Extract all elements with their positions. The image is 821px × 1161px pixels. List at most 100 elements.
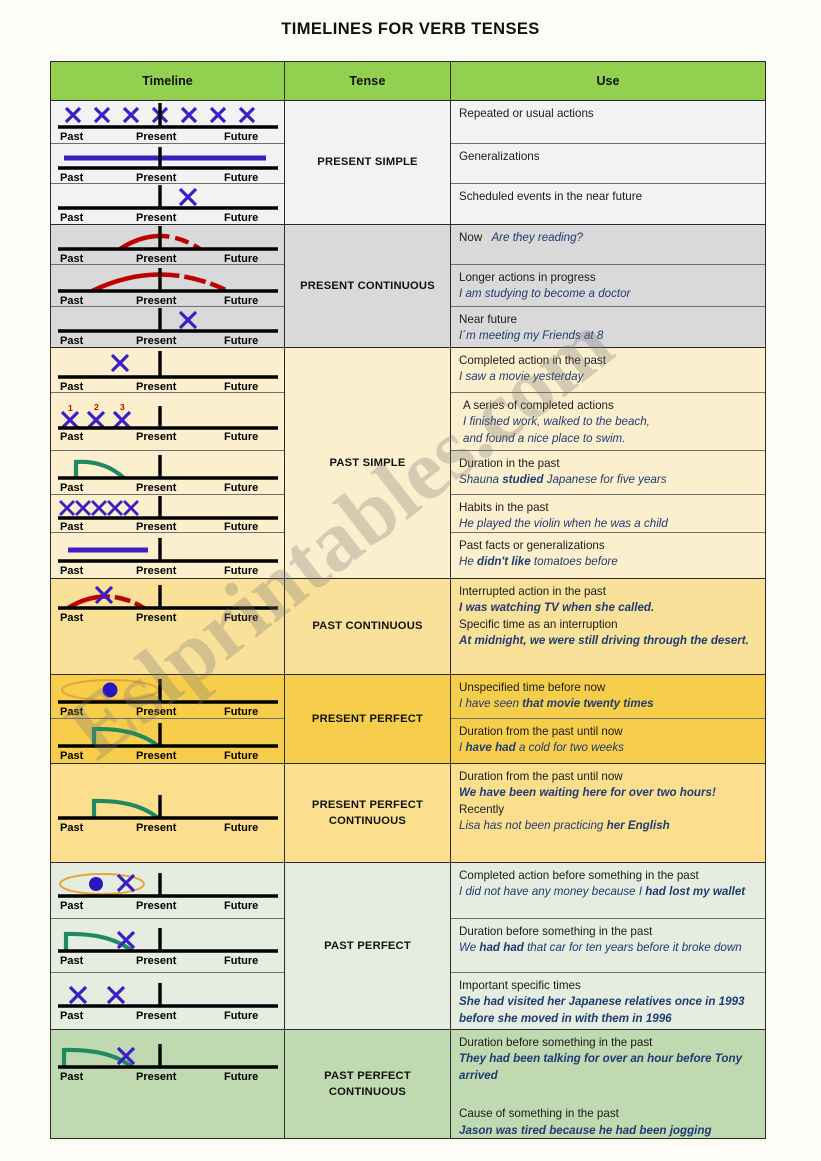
use-example: She had visited her Japanese relatives o… bbox=[459, 995, 745, 1025]
use-block: Duration from the past until now I have … bbox=[451, 719, 765, 763]
table-header-row: Timeline Tense Use bbox=[51, 62, 765, 101]
section-past-perfect: Past Present Future Past Present Future bbox=[51, 863, 765, 1030]
tense-label-past-simple: PAST SIMPLE bbox=[285, 348, 451, 578]
svg-text:Past: Past bbox=[60, 612, 84, 623]
svg-text:Past: Past bbox=[60, 822, 84, 833]
use-block: Repeated or usual actions bbox=[451, 101, 765, 144]
timeline-ellipse-dot-past: Past Present Future bbox=[51, 675, 284, 719]
use-lead: Completed action in the past bbox=[459, 354, 606, 367]
use-example: I finished work, walked to the beach, an… bbox=[463, 415, 650, 445]
svg-text:Present: Present bbox=[136, 212, 177, 223]
use-lead: Repeated or usual actions bbox=[459, 107, 594, 120]
tense-label-present-continuous: PRESENT CONTINUOUS bbox=[285, 225, 451, 347]
use-lead: Near future bbox=[459, 313, 517, 326]
use-example: I was watching TV when she called. bbox=[459, 601, 655, 615]
svg-text:Past: Past bbox=[60, 295, 84, 306]
svg-text:Future: Future bbox=[224, 750, 258, 761]
use-lead: A series of completed actions bbox=[463, 399, 614, 412]
use-block: Near future I´m meeting my Friends at 8 bbox=[451, 307, 765, 347]
svg-text:Present: Present bbox=[136, 900, 177, 911]
svg-text:Past: Past bbox=[60, 955, 84, 966]
svg-text:Past: Past bbox=[60, 381, 84, 392]
svg-text:Future: Future bbox=[224, 431, 258, 442]
use-block: Completed action before something in the… bbox=[451, 863, 765, 919]
section-past-perfect-continuous: Past Present Future PAST PERFECT CONTINU… bbox=[51, 1030, 765, 1138]
timeline-arc-small-red: Past Present Future bbox=[51, 225, 284, 265]
timeline-bar-full-purple: Past Present Future bbox=[51, 144, 284, 184]
use-lead: Generalizations bbox=[459, 150, 540, 163]
use-block: Habits in the past He played the violin … bbox=[451, 495, 765, 533]
svg-text:Present: Present bbox=[136, 381, 177, 392]
svg-text:Past: Past bbox=[60, 565, 84, 576]
svg-text:Future: Future bbox=[224, 900, 258, 911]
use-example: We had had that car for ten years before… bbox=[459, 941, 742, 955]
tense-label-past-continuous: PAST CONTINUOUS bbox=[285, 579, 451, 674]
timeline-curve-green-past: Past Present Future bbox=[51, 451, 284, 495]
svg-text:Present: Present bbox=[136, 521, 177, 532]
svg-text:Present: Present bbox=[136, 1071, 177, 1082]
timeline-x-series-7: Past Present Future bbox=[51, 101, 284, 144]
svg-text:Present: Present bbox=[136, 750, 177, 761]
timeline-curve-green-to-present: Past Present Future bbox=[51, 764, 284, 862]
svg-text:Future: Future bbox=[224, 565, 258, 576]
use-block: Scheduled events in the near future bbox=[451, 184, 765, 224]
use-example: Jason was tired because he had been jogg… bbox=[459, 1123, 712, 1137]
svg-text:Present: Present bbox=[136, 431, 177, 442]
use-example: I have had a cold for two weeks bbox=[459, 741, 624, 755]
svg-text:Present: Present bbox=[136, 172, 177, 183]
column-header-tense: Tense bbox=[285, 62, 451, 100]
use-lead: Past facts or generalizations bbox=[459, 539, 605, 552]
section-past-continuous: Past Present Future PAST CONTINUOUS Inte… bbox=[51, 579, 765, 675]
svg-text:Present: Present bbox=[136, 955, 177, 966]
svg-text:Present: Present bbox=[136, 822, 177, 833]
tense-label-present-perfect: PRESENT PERFECT bbox=[285, 675, 451, 763]
use-example: He didn't like tomatoes before bbox=[459, 555, 618, 569]
svg-text:Present: Present bbox=[136, 612, 177, 623]
use-lead: Now bbox=[459, 231, 483, 244]
svg-text:Future: Future bbox=[224, 1071, 258, 1082]
use-block: Duration in the past Shauna studied Japa… bbox=[451, 451, 765, 495]
svg-text:Past: Past bbox=[60, 1010, 84, 1021]
svg-text:Past: Past bbox=[60, 212, 84, 223]
use-example: Shauna studied Japanese for five years bbox=[459, 473, 667, 487]
section-present-perfect: Past Present Future Past Present Future … bbox=[51, 675, 765, 764]
svg-text:Past: Past bbox=[60, 431, 84, 442]
svg-text:1: 1 bbox=[68, 403, 73, 413]
svg-text:Future: Future bbox=[224, 955, 258, 966]
svg-text:Future: Future bbox=[224, 212, 258, 223]
use-lead: Interrupted action in the past bbox=[459, 585, 606, 598]
timeline-x-future-single: Past Present Future bbox=[51, 184, 284, 224]
svg-text:Present: Present bbox=[136, 131, 177, 143]
svg-text:Future: Future bbox=[224, 1010, 258, 1021]
section-present-perfect-continuous: Past Present Future PRESENT PERFECT CONT… bbox=[51, 764, 765, 863]
timeline-curve-green-x-past: Past Present Future bbox=[51, 1030, 284, 1138]
use-lead: Duration in the past bbox=[459, 457, 560, 470]
svg-text:Past: Past bbox=[60, 900, 84, 911]
timeline-ellipse-dot-x-past: Past Present Future bbox=[51, 863, 284, 919]
use-example: I saw a movie yesterday bbox=[459, 370, 584, 384]
timeline-curve-green-to-present: Past Present Future bbox=[51, 719, 284, 763]
svg-text:Future: Future bbox=[224, 706, 258, 717]
timeline-x-future-single: Past Present Future bbox=[51, 307, 284, 347]
use-example: Lisa has not been practicing her English bbox=[459, 819, 670, 833]
svg-text:Future: Future bbox=[224, 822, 258, 833]
svg-text:Past: Past bbox=[60, 521, 84, 532]
svg-text:3: 3 bbox=[120, 402, 125, 412]
use-lead: Completed action before something in the… bbox=[459, 869, 699, 882]
use-example: I did not have any money because I had l… bbox=[459, 885, 746, 899]
use-example: We have been waiting here for over two h… bbox=[459, 786, 716, 800]
use-block: Generalizations bbox=[451, 144, 765, 184]
svg-text:Future: Future bbox=[224, 335, 258, 346]
timeline-curve-green-x-past: Past Present Future bbox=[51, 919, 284, 973]
use-block: Completed action in the past I saw a mov… bbox=[451, 348, 765, 393]
svg-text:Present: Present bbox=[136, 295, 177, 306]
svg-text:Past: Past bbox=[60, 253, 84, 264]
timeline-bar-past-purple: Past Present Future bbox=[51, 533, 284, 578]
svg-text:Future: Future bbox=[224, 172, 258, 183]
svg-text:Future: Future bbox=[224, 295, 258, 306]
use-lead: Longer actions in progress bbox=[459, 271, 596, 284]
timeline-x-row-5-past: Past Present Future bbox=[51, 495, 284, 533]
page-title: TIMELINES FOR VERB TENSES bbox=[281, 20, 540, 38]
use-lead: Unspecified time before now bbox=[459, 681, 606, 694]
tense-label-past-perfect: PAST PERFECT bbox=[285, 863, 451, 1029]
